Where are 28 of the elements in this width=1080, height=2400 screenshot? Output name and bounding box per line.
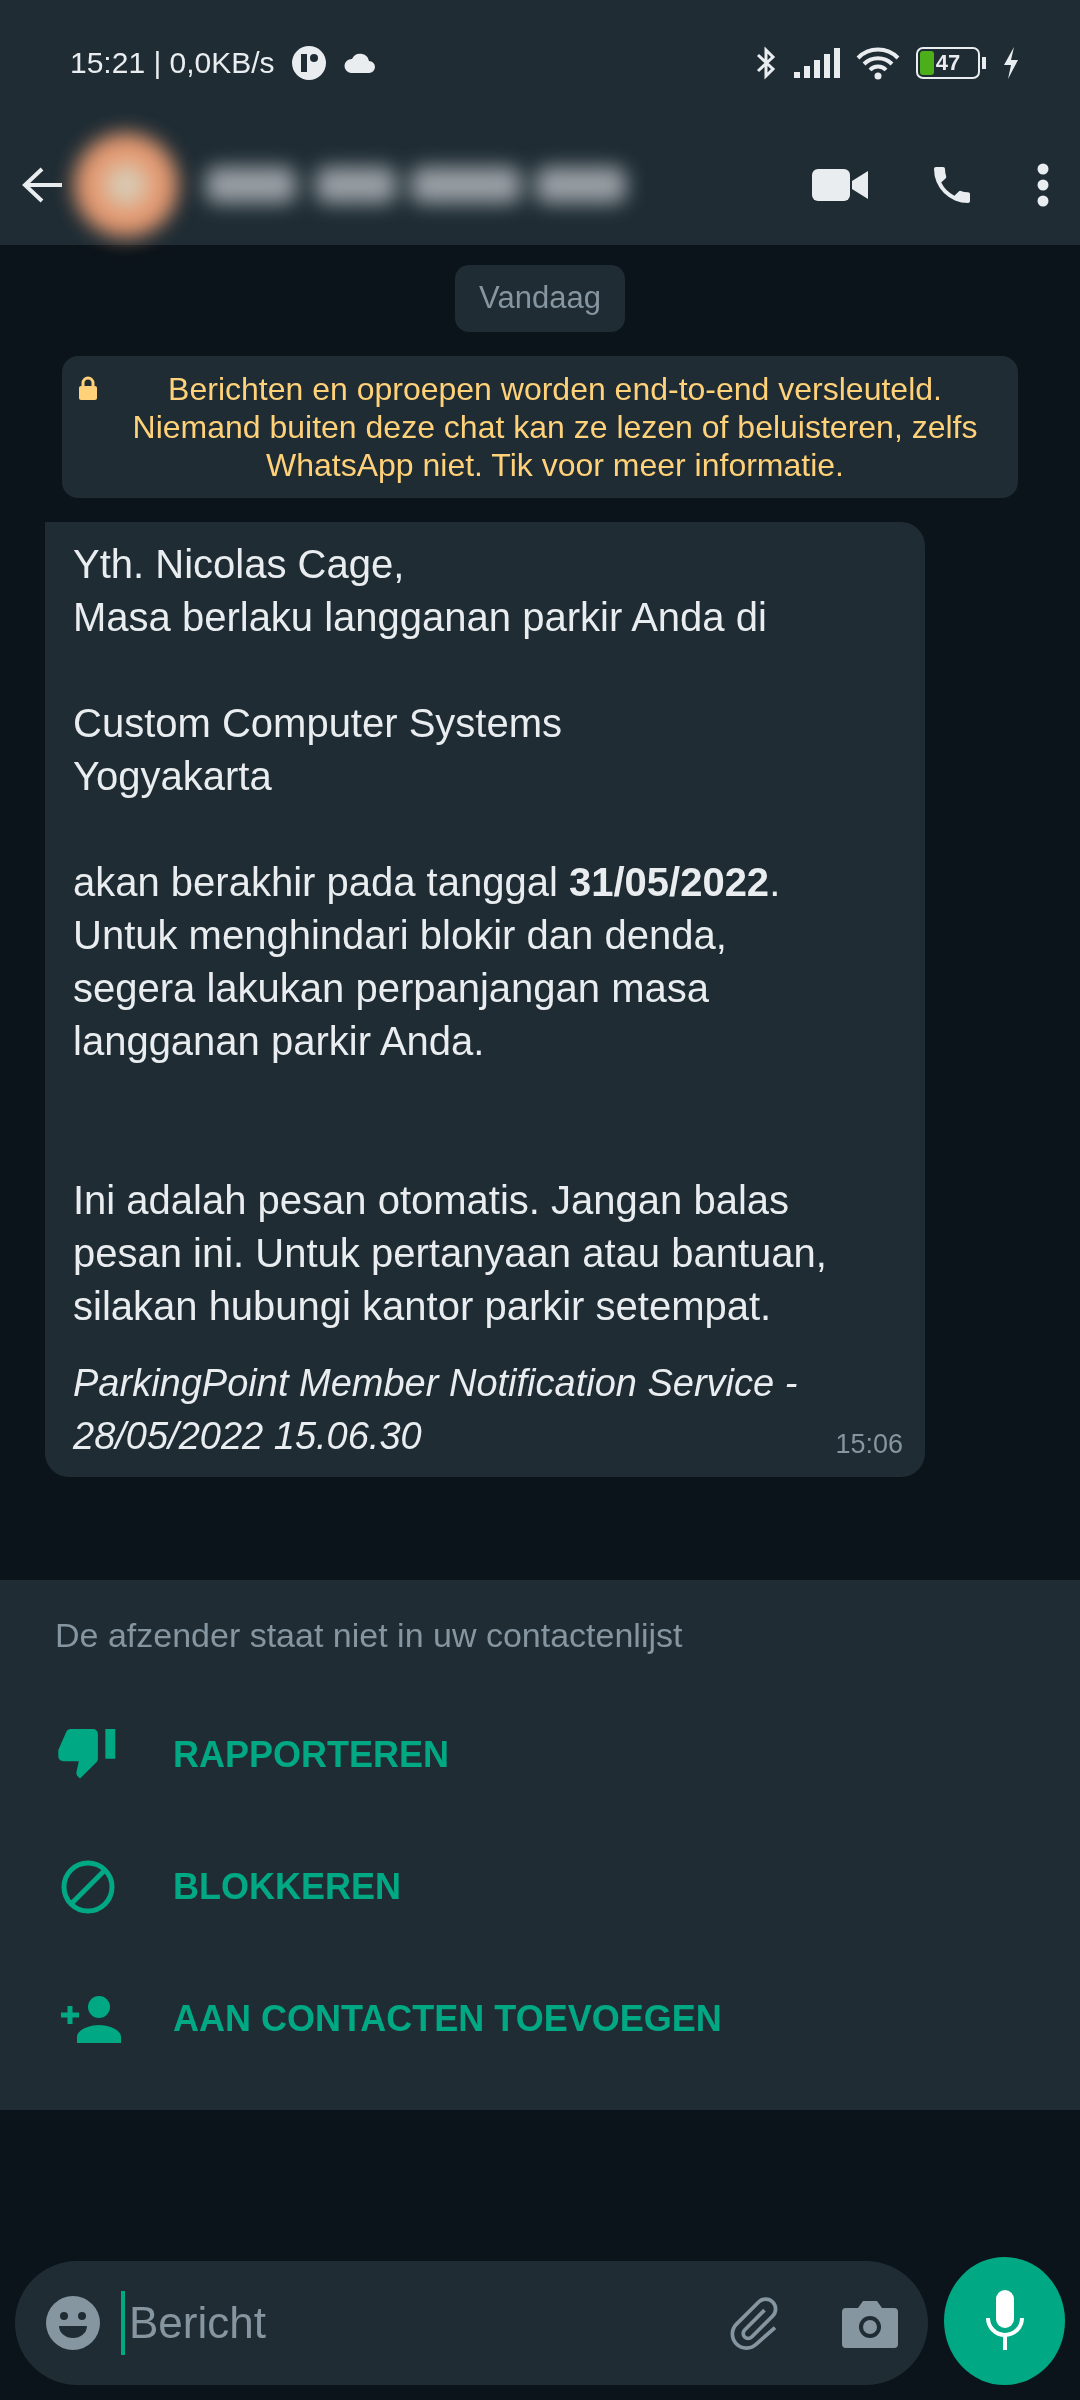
action-button[interactable]: BLOKKEREN — [0, 1821, 1080, 1953]
encryption-text: Berichten en oproepen worden end-to-end versleuteld. Niemand buiten deze chat kan ze lezen of beluisteren, zelfs WhatsApp niet. Tik voor meer informatie. — [131, 369, 979, 484]
back-button[interactable] — [20, 165, 64, 205]
wifi-icon — [856, 45, 900, 80]
bluetooth-icon — [754, 44, 778, 81]
lock-icon — [78, 375, 98, 400]
more-options-button[interactable] — [1036, 161, 1050, 209]
date-chip: Vandaag — [455, 265, 625, 332]
message-bubble[interactable] — [45, 521, 925, 1477]
unknown-sender-notice: De afzender staat niet in uw contactenlijst — [54, 1615, 684, 1656]
camera-icon[interactable] — [842, 2298, 898, 2348]
signal-icon — [794, 47, 840, 78]
action-button[interactable]: RAPPORTEREN — [0, 1689, 1080, 1821]
microphone-icon — [984, 2290, 1025, 2352]
message-field[interactable]: Bericht — [127, 2289, 706, 2357]
app-status-icon — [290, 44, 327, 81]
message-input-bar[interactable]: Bericht — [15, 2261, 928, 2385]
text-cursor — [121, 2291, 125, 2355]
encryption-notice[interactable]: Berichten en oproepen worden end-to-end versleuteld. Niemand buiten deze chat kan ze lezen of beluisteren, zelfs WhatsApp niet. Tik voor meer informatie. — [62, 355, 1018, 498]
message-text: Yth. Nicolas Cage, Masa berlaku langganan parkir Anda di Custom Computer Systems Yogyakarta akan berakhir pada tanggal 31/05/2022. Untuk menghindari blokir dan denda, segera lakukan perpanjangan masa langganan parkir Anda. Ini adalah pesan otomatis. Jangan balas pesan ini. Untuk pertanyaan atau bantuan, silakan hubungi kantor parkir setempat. — [73, 540, 828, 1330]
message-time: 15:06 — [835, 1428, 903, 1461]
block-icon — [60, 1859, 116, 1915]
action-button[interactable]: AAN CONTACTEN TOEVOEGEN — [0, 1953, 1080, 2085]
thumbs-down-icon — [58, 1729, 118, 1781]
status-time: 15:21 | 0,0KB/s — [70, 45, 275, 81]
emoji-icon[interactable] — [45, 2295, 101, 2351]
message-signature: ParkingPoint Member Notification Service - 28/05/2022 15.06.30 — [73, 1360, 798, 1459]
cloud-icon — [342, 51, 377, 74]
